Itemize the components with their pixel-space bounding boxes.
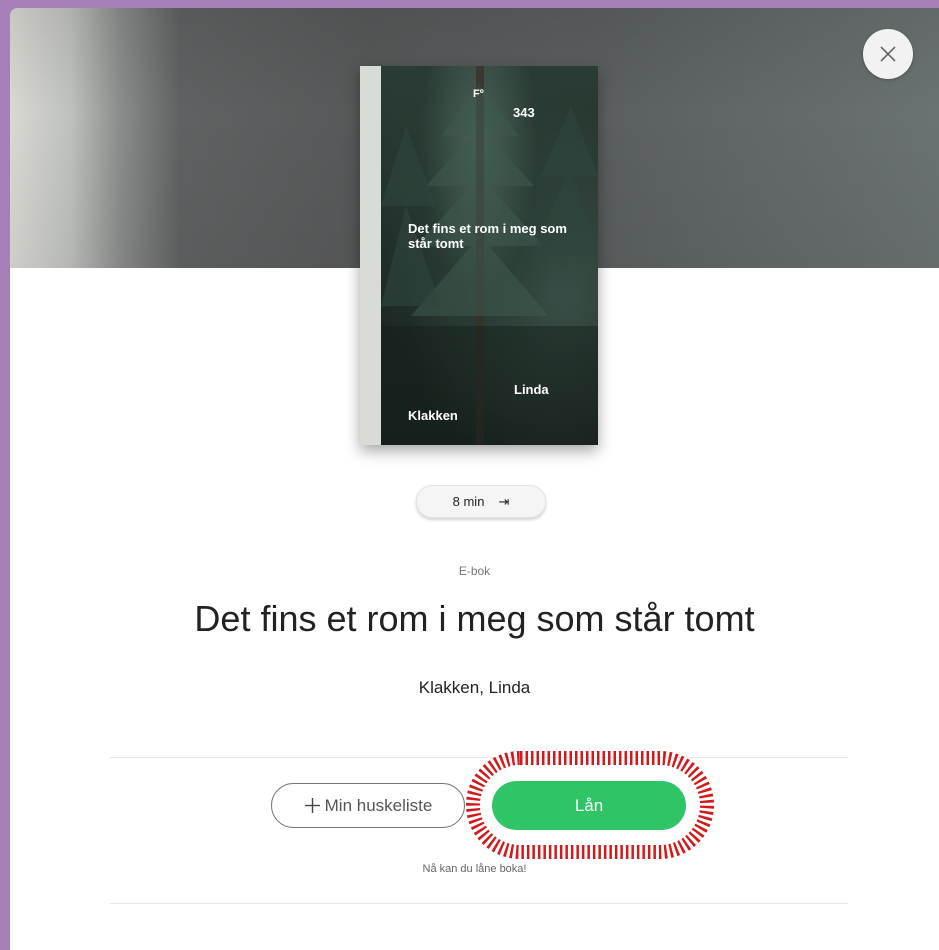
wishlist-label: Min huskeliste	[324, 795, 433, 815]
reading-time-button[interactable]: 8 min ⇥	[416, 485, 546, 518]
reading-time-label: 8 min	[452, 494, 485, 509]
cover-forest-art	[381, 66, 598, 445]
cover-trees	[381, 66, 598, 445]
cover-author-first-name: Linda	[514, 382, 549, 397]
availability-text: Nå kan du låne boka!	[422, 863, 527, 875]
divider-top	[110, 757, 848, 758]
format-label: E-bok	[458, 564, 491, 578]
skip-to-end-icon: ⇥	[498, 493, 510, 509]
wishlist-button[interactable]: Min huskeliste	[271, 783, 465, 828]
cover-spine	[360, 66, 381, 445]
book-title: Det fins et rom i meg som står tomt	[194, 598, 755, 639]
borrow-label: Lån	[574, 795, 604, 815]
borrow-button[interactable]: Lån	[492, 781, 686, 830]
cover-series-number: 343	[513, 105, 535, 120]
cover-author-last-name: Klakken	[408, 408, 458, 423]
cover-publisher-logo: Fº	[473, 88, 484, 100]
cover-title: Det fins et rom i meg som står tomt	[408, 221, 567, 251]
book-detail-modal: Fº 343 Det fins et rom i meg som står to…	[10, 8, 939, 950]
close-button[interactable]	[863, 29, 913, 79]
book-author[interactable]: Klakken, Linda	[10, 678, 939, 698]
book-cover[interactable]: Fº 343 Det fins et rom i meg som står to…	[360, 66, 598, 445]
close-icon	[880, 46, 896, 62]
plus-icon	[304, 798, 320, 813]
divider-bottom	[110, 903, 848, 904]
